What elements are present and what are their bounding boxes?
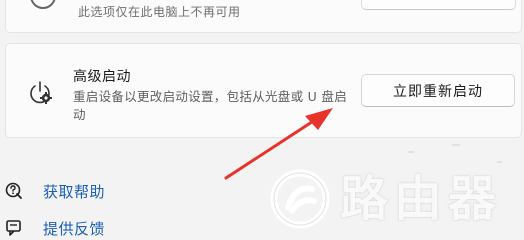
watermark-text: 路由器 bbox=[340, 171, 503, 227]
router-logo-icon bbox=[270, 169, 330, 229]
background-speck bbox=[408, 151, 414, 153]
power-settings-icon bbox=[30, 81, 52, 104]
background-speck bbox=[497, 161, 502, 163]
advanced-startup-card: 高级启动 重启设备以更改启动设置，包括从光盘或 U 盘启动 立即重新启动 bbox=[5, 43, 522, 138]
give-feedback-link[interactable]: 提供反馈 bbox=[0, 216, 200, 236]
watermark: 路由器 bbox=[268, 163, 524, 236]
advanced-startup-title: 高级启动 bbox=[73, 69, 131, 85]
help-icon bbox=[5, 182, 22, 199]
settings-page: 此选项仅在此电脑上不再可用 高级启动 重启设备以更改启动设置，包括从光盘或 U … bbox=[0, 0, 524, 236]
restart-now-button[interactable]: 立即重新启动 bbox=[361, 74, 515, 107]
previous-option-button[interactable] bbox=[361, 0, 516, 10]
get-help-link[interactable]: 获取帮助 bbox=[0, 179, 200, 203]
get-help-label: 获取帮助 bbox=[43, 182, 106, 201]
feedback-icon bbox=[6, 220, 21, 236]
advanced-startup-description: 重启设备以更改启动设置，包括从光盘或 U 盘启动 bbox=[73, 89, 347, 122]
background-speck bbox=[452, 144, 460, 146]
previous-option-description: 此选项仅在此电脑上不再可用 bbox=[78, 5, 241, 19]
option-icon bbox=[30, 0, 56, 9]
give-feedback-label: 提供反馈 bbox=[43, 219, 106, 237]
previous-option-card: 此选项仅在此电脑上不再可用 bbox=[5, 0, 522, 33]
